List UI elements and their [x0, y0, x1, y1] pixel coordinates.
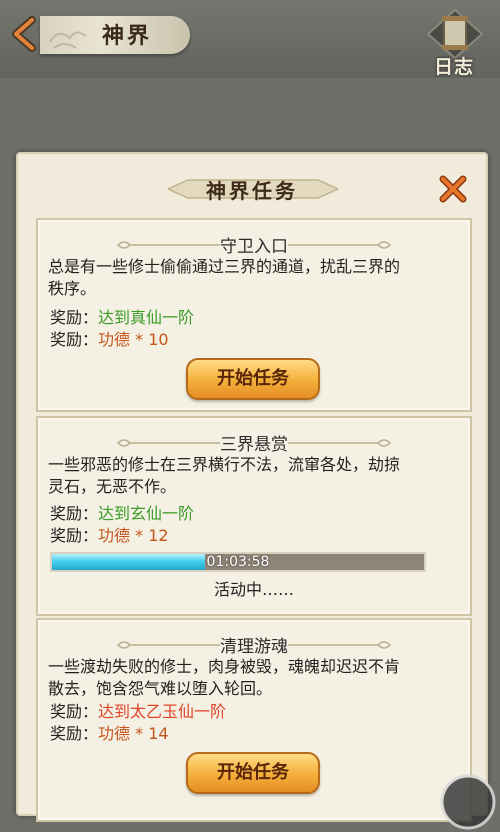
task-status: 活动中…… [213, 580, 294, 599]
task-card: 守卫入口 总是有一些修士偷偷通过三界的通道，扰乱三界的秩序。 奖励：达到真仙一阶… [36, 218, 472, 412]
countdown-timer: 01:03:58 [206, 554, 270, 570]
start-task-button[interactable]: 开始任务 [186, 358, 320, 400]
card-title-row: 守卫入口 [38, 226, 470, 257]
reward-value: 达到玄仙一阶 [98, 504, 195, 523]
reward-line-2: 奖励：功德 * 10 [50, 326, 169, 350]
reward-value: 功德 * 14 [98, 724, 169, 743]
reward-value: 达到真仙一阶 [98, 308, 195, 327]
reward-label: 奖励： [50, 526, 99, 545]
floating-menu-icon[interactable] [438, 772, 498, 832]
card-title-row: 清理游魂 [38, 626, 470, 657]
back-title-group[interactable] [0, 6, 190, 62]
reward-value: 功德 * 10 [98, 330, 169, 349]
panel-header: 神界任务 [18, 154, 486, 214]
task-description: 一些邪恶的修士在三界横行不法，流窜各处，劫掠灵石，无恶不作。 [48, 455, 401, 496]
start-task-button[interactable]: 开始任务 [186, 752, 320, 794]
card-title-row: 三界悬赏 [38, 424, 470, 455]
reward-line-2: 奖励：功德 * 12 [50, 522, 169, 546]
panel-title: 神界任务 [206, 179, 298, 203]
scroll-log-icon [426, 8, 484, 60]
top-bar: 神界 日志 [0, 0, 500, 78]
reward-label: 奖励： [50, 702, 99, 721]
task-card: 三界悬赏 一些邪恶的修士在三界横行不法，流窜各处，劫掠灵石，无恶不作。 奖励：达… [36, 416, 472, 616]
task-card: 清理游魂 一些渡劫失败的修士，肉身被毁，魂魄却迟迟不肯散去，饱含怨气难以堕入轮回… [36, 618, 472, 822]
reward-label: 奖励： [50, 504, 99, 523]
page-title: 神界 [102, 23, 153, 49]
task-title: 三界悬赏 [220, 435, 288, 455]
reward-line-1: 奖励：达到太乙玉仙一阶 [50, 698, 226, 722]
reward-value: 达到太乙玉仙一阶 [98, 702, 227, 721]
task-description: 一些渡劫失败的修士，肉身被毁，魂魄却迟迟不肯散去，饱含怨气难以堕入轮回。 [48, 657, 401, 698]
reward-label: 奖励： [50, 308, 99, 327]
reward-line-1: 奖励：达到真仙一阶 [50, 304, 194, 328]
reward-line-1: 奖励：达到玄仙一阶 [50, 500, 194, 524]
task-title: 清理游魂 [220, 637, 288, 657]
reward-label: 奖励： [50, 724, 99, 743]
reward-label: 奖励： [50, 330, 99, 349]
task-description: 总是有一些修士偷偷通过三界的通道，扰乱三界的秩序。 [48, 257, 401, 298]
reward-value: 功德 * 12 [98, 526, 169, 545]
back-arrow-icon[interactable] [6, 14, 46, 54]
task-title: 守卫入口 [220, 237, 288, 257]
reward-line-2: 奖励：功德 * 14 [50, 720, 169, 744]
task-progress-bar: 01:03:58 [50, 552, 426, 572]
log-label: 日志 [434, 56, 475, 78]
close-icon[interactable] [438, 174, 468, 204]
